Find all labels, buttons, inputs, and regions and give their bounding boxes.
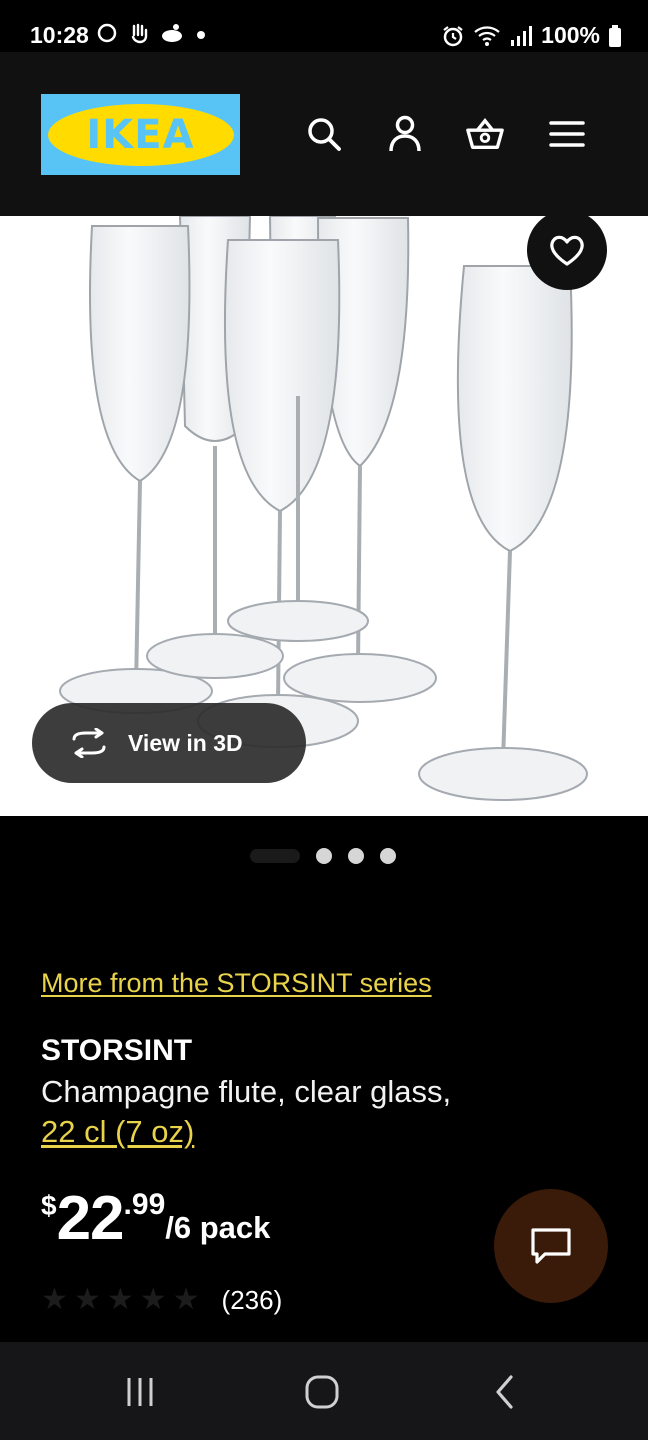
system-nav-bar: [0, 1342, 648, 1440]
carousel-dot-active[interactable]: [250, 849, 300, 863]
app-header: IKEA: [0, 52, 648, 216]
product-rating[interactable]: ★ ★ ★ ★ ★ (236): [41, 1284, 282, 1316]
product-size-link[interactable]: 22 cl (7 oz): [41, 1114, 194, 1150]
star-icon: ★: [139, 1283, 167, 1316]
circle-icon: [97, 23, 117, 43]
price-integer: 22: [56, 1184, 125, 1253]
price-decimal: .99: [123, 1188, 166, 1221]
series-link[interactable]: More from the STORSINT series: [41, 968, 432, 999]
logo-text: IKEA: [86, 111, 195, 158]
recent-apps-icon[interactable]: [118, 1370, 162, 1414]
carousel-dot[interactable]: [380, 848, 396, 864]
image-carousel-dots: [250, 848, 396, 864]
logo-oval: IKEA: [47, 103, 234, 166]
star-icon: ★: [41, 1283, 68, 1316]
signal-icon: [511, 25, 533, 46]
review-count: (236): [221, 1284, 283, 1315]
home-icon[interactable]: [300, 1370, 344, 1414]
price-currency: $: [41, 1190, 57, 1221]
battery-icon: [609, 24, 621, 47]
rotate-icon: [72, 728, 106, 758]
heart-icon: [550, 235, 584, 266]
price-unit: /6 pack: [165, 1210, 271, 1245]
hand-icon: [131, 23, 148, 44]
chat-icon: [531, 1228, 571, 1264]
alarm-icon: [443, 25, 463, 46]
product-price: $ 22 .99 /6 pack: [41, 1184, 270, 1254]
menu-icon[interactable]: [547, 114, 587, 154]
status-notification-icons: [96, 22, 208, 44]
view-in-3d-label: View in 3D: [128, 729, 243, 756]
status-time: 10:28: [30, 22, 89, 48]
search-icon[interactable]: [304, 114, 344, 154]
wifi-icon: [474, 25, 500, 46]
product-name: STORSINT: [41, 1034, 193, 1067]
carousel-dot[interactable]: [316, 848, 332, 864]
star-icon: ★: [73, 1283, 101, 1316]
star-icon: ★: [106, 1283, 134, 1316]
star-icon: ★: [172, 1283, 200, 1316]
dot-icon: [197, 31, 205, 39]
view-in-3d-button[interactable]: View in 3D: [32, 703, 306, 783]
battery-percent: 100%: [541, 22, 600, 48]
chat-button[interactable]: [494, 1189, 608, 1303]
favorite-button[interactable]: [527, 210, 607, 290]
notification-icon: [162, 24, 182, 42]
carousel-dot[interactable]: [348, 848, 364, 864]
basket-icon[interactable]: [465, 114, 505, 154]
back-icon[interactable]: [483, 1370, 527, 1414]
account-icon[interactable]: [385, 114, 425, 154]
product-description: Champagne flute, clear glass,: [41, 1074, 452, 1109]
status-system-icons: 100%: [441, 22, 622, 49]
ikea-logo[interactable]: IKEA: [41, 94, 240, 175]
